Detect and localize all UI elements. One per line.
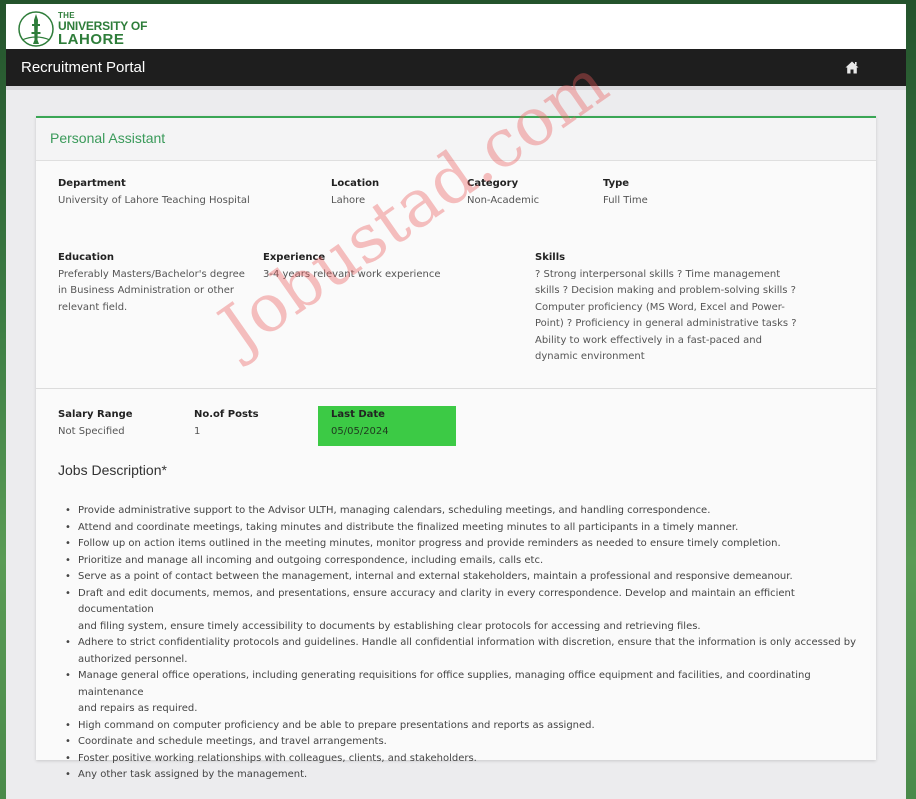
portal-title-link[interactable]: Recruitment Portal bbox=[21, 59, 145, 76]
list-item-text: authorized personnel. bbox=[78, 653, 188, 665]
posts-value: 1 bbox=[194, 425, 201, 437]
section-divider bbox=[36, 388, 876, 389]
last-date-value: 05/05/2024 bbox=[331, 425, 389, 437]
list-item-text: and repairs as required. bbox=[78, 703, 198, 714]
skills-line: Point) ? Proficiency in general administ… bbox=[535, 318, 797, 329]
list-item: Serve as a point of contact between the … bbox=[65, 569, 858, 586]
skills-field: Skills ? Strong interpersonal skills ? T… bbox=[535, 250, 805, 366]
list-item-text: High command on computer proficiency and… bbox=[78, 719, 595, 731]
list-item-text: Manage general office operations, includ… bbox=[78, 670, 811, 698]
type-value: Full Time bbox=[603, 194, 648, 206]
list-item-text: Serve as a point of contact between the … bbox=[78, 571, 793, 582]
category-field: Category Non-Academic bbox=[467, 176, 539, 209]
job-detail-card: Personal Assistant Department University… bbox=[36, 116, 876, 783]
posts-field: No.of Posts 1 bbox=[194, 407, 259, 440]
list-item-text: Coordinate and schedule meetings, and tr… bbox=[78, 736, 387, 747]
education-line: Preferably Masters/Bachelor's degree bbox=[58, 268, 245, 280]
jobs-description-title: Jobs Description* bbox=[58, 462, 167, 478]
experience-field: Experience 3-4 years relevant work exper… bbox=[263, 250, 440, 283]
list-item: Adhere to strict confidentiality protoco… bbox=[65, 635, 858, 668]
job-title: Personal Assistant bbox=[36, 118, 876, 161]
experience-label: Experience bbox=[263, 252, 326, 263]
jobs-description-list: Provide administrative support to the Ad… bbox=[65, 503, 858, 784]
list-item: Follow up on action items outlined in th… bbox=[65, 536, 858, 553]
list-item-text: Follow up on action items outlined in th… bbox=[78, 538, 781, 549]
list-item-text: Draft and edit documents, memos, and pre… bbox=[78, 587, 795, 616]
list-item-text: Adhere to strict confidentiality protoco… bbox=[78, 637, 857, 648]
list-item: Attend and coordinate meetings, taking m… bbox=[65, 520, 858, 537]
list-item: Prioritize and manage all incoming and o… bbox=[65, 553, 858, 570]
skills-line: ? Strong interpersonal skills ? Time man… bbox=[535, 268, 781, 280]
department-label: Department bbox=[58, 178, 126, 189]
posts-label: No.of Posts bbox=[194, 409, 259, 420]
experience-value: 3-4 years relevant work experience bbox=[263, 268, 441, 280]
site-header: THE UNIVERSITY OF LAHORE bbox=[6, 4, 906, 49]
list-item-text: Any other task assigned by the managemen… bbox=[78, 769, 308, 780]
education-line: in Business Administration or other bbox=[58, 285, 234, 296]
education-label: Education bbox=[58, 252, 114, 263]
logo-line-3: LAHORE bbox=[58, 30, 125, 48]
skills-line: dynamic environment bbox=[535, 351, 645, 362]
category-value: Non-Academic bbox=[467, 194, 540, 206]
university-logo[interactable]: THE UNIVERSITY OF LAHORE bbox=[16, 10, 147, 48]
type-field: Type Full Time bbox=[603, 176, 648, 209]
education-field: Education Preferably Masters/Bachelor's … bbox=[58, 250, 248, 316]
minar-emblem-icon bbox=[18, 11, 54, 47]
location-field: Location Lahore bbox=[331, 176, 379, 209]
skills-line: Ability to work effectively in a fast-pa… bbox=[535, 334, 762, 346]
education-line: relevant field. bbox=[58, 301, 128, 313]
salary-value: Not Specified bbox=[58, 425, 125, 437]
skills-line: Computer proficiency (MS Word, Excel and… bbox=[535, 301, 785, 313]
list-item: Foster positive working relationships wi… bbox=[65, 751, 858, 768]
logo-line-2: UNIVERSITY OF bbox=[58, 18, 148, 33]
location-label: Location bbox=[331, 178, 380, 189]
list-item-text: and filing system, ensure timely accessi… bbox=[78, 620, 701, 632]
list-item-text: Attend and coordinate meetings, taking m… bbox=[78, 521, 739, 533]
main-navbar: Recruitment Portal bbox=[6, 49, 906, 86]
salary-label: Salary Range bbox=[58, 409, 133, 420]
list-item-text: Provide administrative support to the Ad… bbox=[78, 505, 711, 516]
location-value: Lahore bbox=[331, 194, 366, 206]
home-icon[interactable] bbox=[845, 61, 859, 74]
category-label: Category bbox=[467, 178, 519, 189]
list-item-text: Foster positive working relationships wi… bbox=[78, 752, 477, 764]
type-label: Type bbox=[603, 178, 630, 189]
department-field: Department University of Lahore Teaching… bbox=[58, 176, 250, 209]
list-item: Manage general office operations, includ… bbox=[65, 668, 858, 718]
browser-page: THE UNIVERSITY OF LAHORE Recruitment Por… bbox=[6, 4, 906, 799]
list-item: Provide administrative support to the Ad… bbox=[65, 503, 858, 520]
list-item: High command on computer proficiency and… bbox=[65, 718, 858, 735]
department-value: University of Lahore Teaching Hospital bbox=[58, 194, 250, 206]
last-date-field: Last Date 05/05/2024 bbox=[331, 407, 389, 440]
list-item: Coordinate and schedule meetings, and tr… bbox=[65, 734, 858, 751]
salary-field: Salary Range Not Specified bbox=[58, 407, 133, 440]
last-date-label: Last Date bbox=[331, 409, 385, 420]
skills-label: Skills bbox=[535, 252, 566, 263]
skills-line: skills ? Decision making and problem-sol… bbox=[535, 285, 796, 296]
list-item-text: Prioritize and manage all incoming and o… bbox=[78, 554, 544, 566]
list-item: Draft and edit documents, memos, and pre… bbox=[65, 586, 858, 636]
navbar-separator bbox=[6, 86, 906, 90]
list-item: Any other task assigned by the managemen… bbox=[65, 767, 858, 784]
